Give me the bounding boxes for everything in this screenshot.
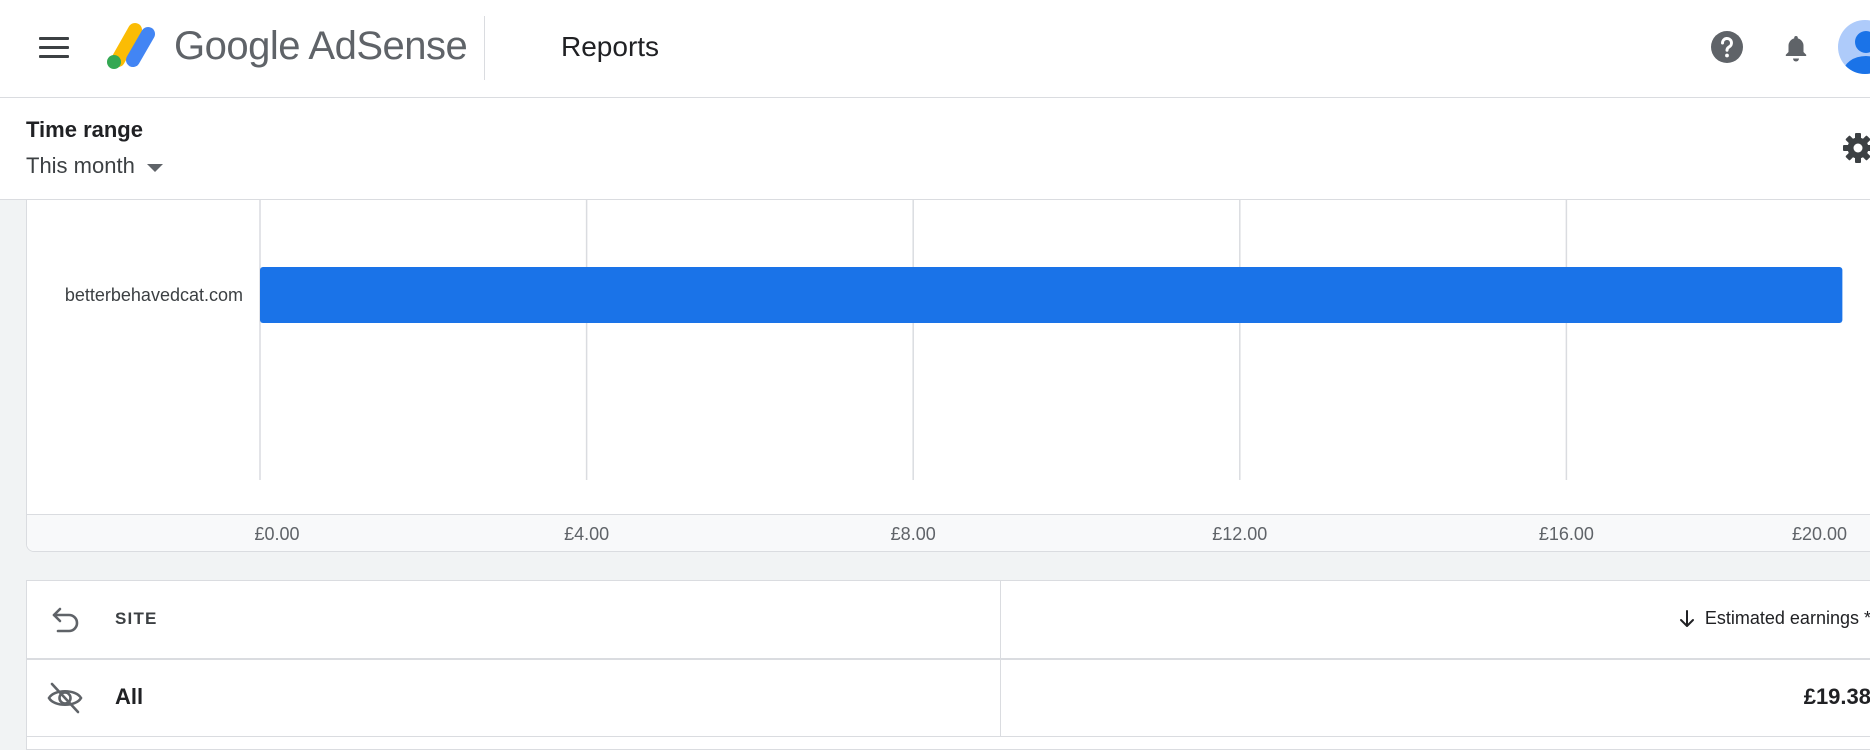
top-app-bar: Google AdSense Reports xyxy=(0,0,1870,98)
report-table: SITE Estimated earnings * All £19.38 xyxy=(26,580,1870,750)
page-title: Reports xyxy=(561,31,660,62)
x-tick-label: £0.00 xyxy=(254,524,299,544)
header-divider xyxy=(484,16,485,80)
table-cell-earnings: £19.38 xyxy=(1803,684,1870,709)
time-range-value: This month xyxy=(26,153,135,178)
bar[interactable] xyxy=(260,267,1843,323)
filter-bar: Time range This month xyxy=(0,98,1870,200)
menu-icon[interactable] xyxy=(30,28,78,68)
earnings-chart: £0.00 £4.00 £8.00 £12.00 £16.00 £20.00 betterb… xyxy=(26,200,1870,552)
adsense-logo-icon[interactable] xyxy=(102,20,162,70)
column-header-site[interactable]: SITE xyxy=(115,609,158,629)
column-header-earnings-asterisk: * xyxy=(1864,608,1870,629)
column-divider xyxy=(1000,581,1001,658)
x-tick-label: £16.00 xyxy=(1539,524,1594,544)
x-tick-label: £12.00 xyxy=(1212,524,1267,544)
brand-wordmark: Google AdSense xyxy=(174,24,468,68)
column-header-estimated-earnings[interactable]: Estimated earnings * xyxy=(1677,608,1870,629)
table-cell-site: All xyxy=(115,684,144,709)
category-label: betterbehavedcat.com xyxy=(65,285,243,305)
eye-off-icon[interactable] xyxy=(45,678,85,718)
caret-down-icon xyxy=(146,163,163,172)
column-header-earnings-label: Estimated earnings xyxy=(1704,608,1859,628)
x-tick-label: £8.00 xyxy=(891,524,936,544)
table-row: All £19.38 xyxy=(27,660,1870,737)
arrow-down-icon xyxy=(1679,609,1694,627)
back-arrow-icon[interactable] xyxy=(47,601,85,639)
time-range-dropdown[interactable]: This month xyxy=(26,150,163,182)
time-range-label: Time range xyxy=(26,117,143,142)
x-tick-label: £20.00 xyxy=(1792,524,1847,544)
x-tick-label: £4.00 xyxy=(564,524,609,544)
bell-icon[interactable] xyxy=(1778,29,1814,65)
account-avatar[interactable] xyxy=(1838,20,1870,74)
help-icon[interactable] xyxy=(1709,29,1745,65)
table-header-row: SITE Estimated earnings * xyxy=(27,581,1870,660)
column-divider xyxy=(1000,660,1001,736)
bar-chart-svg: £0.00 £4.00 £8.00 £12.00 £16.00 £20.00 betterb… xyxy=(65,200,1847,544)
gear-icon[interactable] xyxy=(1840,130,1870,166)
